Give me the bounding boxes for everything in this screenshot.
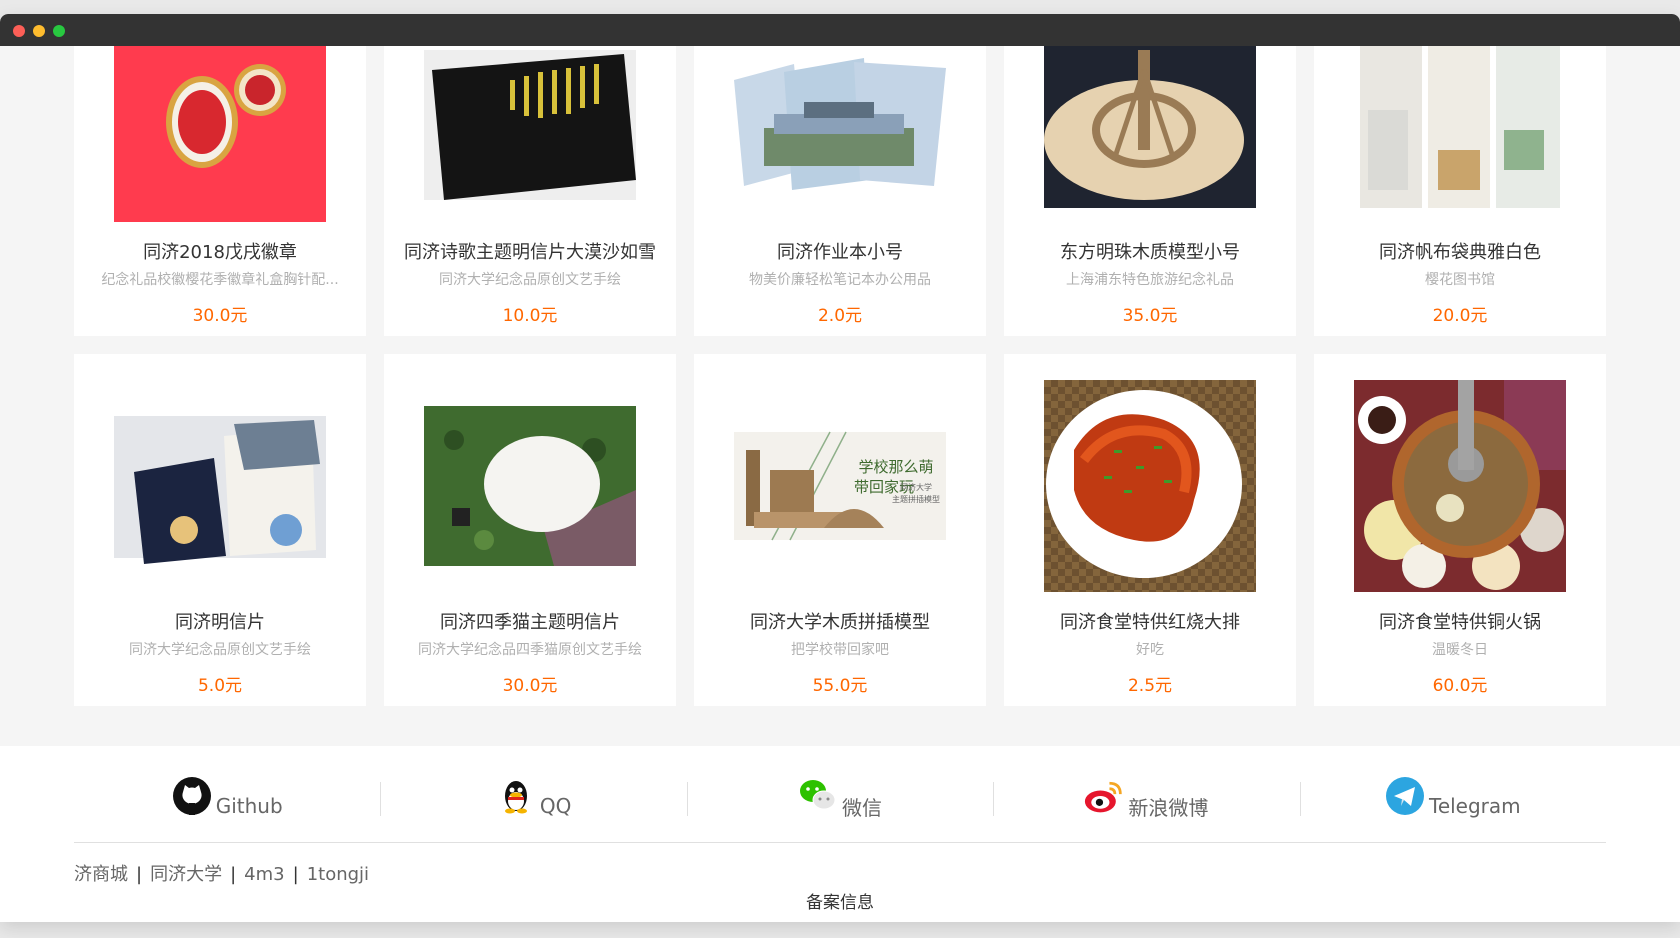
product-description: 樱花图书馆 <box>1425 272 1495 288</box>
social-label: 微信 <box>842 795 883 820</box>
product-description: 纪念礼品校徽樱花季徽章礼盒胸针配... <box>101 272 339 288</box>
product-price: 35.0元 <box>1122 306 1178 326</box>
social-label: QQ <box>539 794 572 818</box>
beian-info[interactable]: 备案信息 <box>0 888 1680 913</box>
browser-window: 同济2018戊戌徽章 纪念礼品校徽樱花季徽章礼盒胸针配... 30.0元 同济诗… <box>0 14 1680 922</box>
product-name[interactable]: 东方明珠木质模型小号 <box>1004 238 1296 264</box>
weibo-icon <box>1084 776 1124 816</box>
product-price: 2.0元 <box>817 306 863 326</box>
social-label: Github <box>215 794 283 818</box>
product-card[interactable]: 同济四季猫主题明信片 同济大学纪念品四季猫原创文艺手绘 30.0元 <box>384 354 676 706</box>
product-name[interactable]: 同济诗歌主题明信片大漠沙如雪 <box>384 238 676 264</box>
footer-link-4m3[interactable]: 4m3 <box>244 864 284 885</box>
product-description: 同济大学纪念品原创文艺手绘 <box>129 642 311 658</box>
product-name[interactable]: 同济食堂特供铜火锅 <box>1314 608 1606 634</box>
product-name[interactable]: 同济作业本小号 <box>694 238 986 264</box>
product-card[interactable]: 同济诗歌主题明信片大漠沙如雪 同济大学纪念品原创文艺手绘 10.0元 <box>384 14 676 336</box>
product-description: 好吃 <box>1136 642 1164 658</box>
product-card[interactable]: 同济2018戊戌徽章 纪念礼品校徽樱花季徽章礼盒胸针配... 30.0元 <box>74 14 366 336</box>
github-icon <box>172 776 212 816</box>
footer-divider <box>74 842 1606 843</box>
product-price: 5.0元 <box>197 676 243 696</box>
product-description: 温暖冬日 <box>1432 642 1488 658</box>
social-link-wechat[interactable]: 微信 <box>686 772 993 832</box>
footer-link-tongji[interactable]: 同济大学 <box>150 864 222 885</box>
footer-links: 济商城 | 同济大学 | 4m3 | 1tongji <box>74 860 369 886</box>
product-price: 30.0元 <box>502 676 558 696</box>
product-name[interactable]: 同济帆布袋典雅白色 <box>1314 238 1606 264</box>
product-price: 2.5元 <box>1127 676 1173 696</box>
minimize-window-button[interactable] <box>33 25 45 37</box>
model-tagline-1: 学校那么萌 <box>858 458 933 476</box>
product-card[interactable]: 同济明信片 同济大学纪念品原创文艺手绘 5.0元 <box>74 354 366 706</box>
footer-link-separator: | <box>230 864 237 885</box>
model-caption-1: 同济大学 <box>900 482 932 492</box>
social-link-qq[interactable]: QQ <box>380 772 686 832</box>
social-link-telegram[interactable]: Telegram <box>1299 772 1606 832</box>
site-footer: Github QQ 微信 新浪微博 Telegram 济商城 | 同济大学 | … <box>0 746 1680 922</box>
footer-link-1tongji[interactable]: 1tongji <box>307 864 369 885</box>
social-links: Github QQ 微信 新浪微博 Telegram <box>74 772 1606 832</box>
social-label: Telegram <box>1429 794 1521 818</box>
product-card[interactable]: 同济作业本小号 物美价廉轻松笔记本办公用品 2.0元 <box>694 14 986 336</box>
product-card[interactable]: 东方明珠木质模型小号 上海浦东特色旅游纪念礼品 35.0元 <box>1004 14 1296 336</box>
social-label: 新浪微博 <box>1128 795 1209 820</box>
product-name[interactable]: 同济明信片 <box>74 608 366 634</box>
hotpot-photo[interactable] <box>1354 380 1566 592</box>
wechat-icon <box>798 776 838 816</box>
footer-link-jishangcheng[interactable]: 济商城 <box>74 864 128 885</box>
product-price: 55.0元 <box>812 676 868 696</box>
product-price: 10.0元 <box>502 306 558 326</box>
product-card[interactable]: 同济食堂特供铜火锅 温暖冬日 60.0元 <box>1314 354 1606 706</box>
footer-link-separator: | <box>136 864 143 885</box>
product-name[interactable]: 同济2018戊戌徽章 <box>74 238 366 264</box>
qq-icon <box>496 776 536 816</box>
product-description: 物美价廉轻松笔记本办公用品 <box>749 272 931 288</box>
product-price: 30.0元 <box>192 306 248 326</box>
window-titlebar <box>0 14 1680 46</box>
product-card[interactable]: 学校那么萌 带回家玩 同济大学 主题拼插模型 同济大学木质拼插模型 把学校带回家… <box>694 354 986 706</box>
product-description: 同济大学纪念品原创文艺手绘 <box>439 272 621 288</box>
product-card[interactable]: 同济食堂特供红烧大排 好吃 2.5元 <box>1004 354 1296 706</box>
wooden-model-photo[interactable]: 学校那么萌 带回家玩 同济大学 主题拼插模型 <box>734 380 946 592</box>
postcard-photo[interactable] <box>114 380 326 592</box>
pork-chop-photo[interactable] <box>1044 380 1256 592</box>
footer-link-separator: | <box>292 864 299 885</box>
product-name[interactable]: 同济大学木质拼插模型 <box>694 608 986 634</box>
product-name[interactable]: 同济食堂特供红烧大排 <box>1004 608 1296 634</box>
social-link-weibo[interactable]: 新浪微博 <box>993 772 1299 832</box>
maximize-window-button[interactable] <box>53 25 65 37</box>
product-card[interactable]: 同济帆布袋典雅白色 樱花图书馆 20.0元 <box>1314 14 1606 336</box>
social-link-github[interactable]: Github <box>74 772 380 832</box>
product-description: 上海浦东特色旅游纪念礼品 <box>1066 272 1234 288</box>
product-description: 同济大学纪念品四季猫原创文艺手绘 <box>418 642 642 658</box>
product-price: 60.0元 <box>1432 676 1488 696</box>
telegram-icon <box>1385 776 1425 816</box>
close-window-button[interactable] <box>13 25 25 37</box>
cat-postcard-photo[interactable] <box>424 380 636 592</box>
product-description: 把学校带回家吧 <box>791 642 889 658</box>
product-name[interactable]: 同济四季猫主题明信片 <box>384 608 676 634</box>
product-price: 20.0元 <box>1432 306 1488 326</box>
model-caption-2: 主题拼插模型 <box>892 494 940 504</box>
